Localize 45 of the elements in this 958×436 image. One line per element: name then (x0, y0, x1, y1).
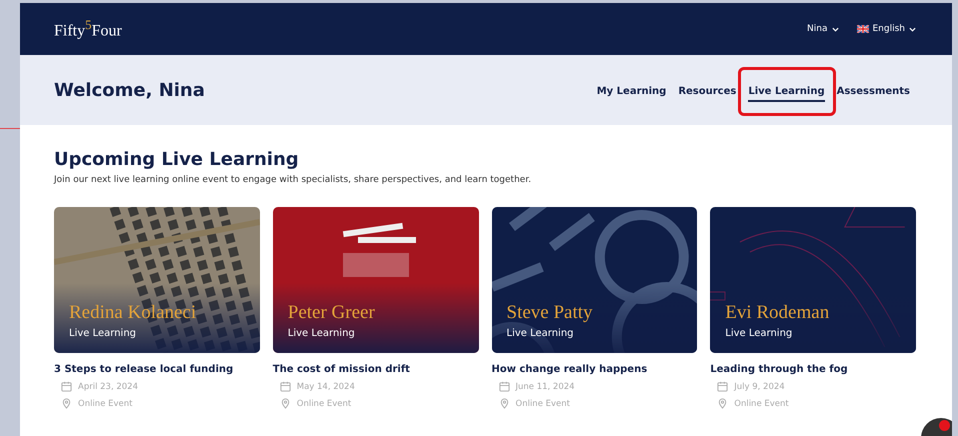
chevron-icon (832, 26, 838, 32)
event-title[interactable]: How change really happens (492, 364, 698, 375)
event-title[interactable]: The cost of mission drift (272, 364, 478, 375)
location-pin-icon (717, 398, 728, 409)
event-date: June 11, 2024 (516, 382, 575, 392)
section-heading: Upcoming Live Learning (54, 149, 300, 170)
calendar-icon (717, 381, 728, 392)
event-location: Online Event (516, 398, 570, 408)
section-description: Join our next live learning online event to engage with specialists, share perspectives, and learn together. (54, 175, 532, 185)
nav-tab[interactable]: Live Learning (748, 80, 825, 102)
event-location: Online Event (296, 398, 352, 408)
calendar-icon (280, 381, 291, 392)
welcome-heading: Welcome, Nina (54, 80, 205, 100)
location-pin-icon (61, 398, 72, 409)
event-date: April 23, 2024 (78, 382, 138, 392)
location-pin-icon (498, 398, 510, 409)
event-image[interactable]: Peter Greer Live Learning (272, 207, 478, 353)
event-location: Online Event (78, 398, 132, 408)
nav-tab[interactable]: My Learning (596, 80, 666, 102)
nav-tab[interactable]: Resources (678, 80, 736, 102)
event-title[interactable]: 3 Steps to release local funding (54, 364, 260, 375)
flag-icon (856, 25, 868, 33)
speaker-name: Evi Rodeman (725, 302, 830, 324)
language-menu[interactable]: English (856, 24, 916, 34)
location-pin-icon (280, 398, 291, 409)
event-image[interactable]: Evi Rodeman Live Learning (710, 207, 916, 353)
event-image[interactable]: Redina Kolaneci Live Learning (54, 207, 260, 353)
event-image[interactable]: Steve Patty Live Learning (492, 207, 698, 353)
series-label: Live Learning (725, 328, 792, 339)
calendar-icon (498, 381, 510, 392)
event-date: May 14, 2024 (296, 382, 355, 392)
nav-tab[interactable]: Assessments (836, 80, 910, 102)
series-label: Live Learning (506, 328, 574, 339)
speaker-name: Peter Greer (288, 302, 375, 324)
chevron-icon (909, 26, 916, 32)
user-menu[interactable]: Nina (807, 24, 838, 34)
series-label: Live Learning (69, 328, 136, 339)
speaker-name: Redina Kolaneci (69, 302, 196, 324)
event-date: July 9, 2024 (734, 382, 785, 392)
series-label: Live Learning (288, 328, 355, 339)
calendar-icon (61, 381, 72, 392)
event-location: Online Event (734, 398, 789, 408)
event-title[interactable]: Leading through the fog (710, 364, 916, 375)
speaker-name: Steve Patty (506, 302, 593, 324)
logo[interactable]: Fifty$^{5}$Four (54, 17, 122, 41)
